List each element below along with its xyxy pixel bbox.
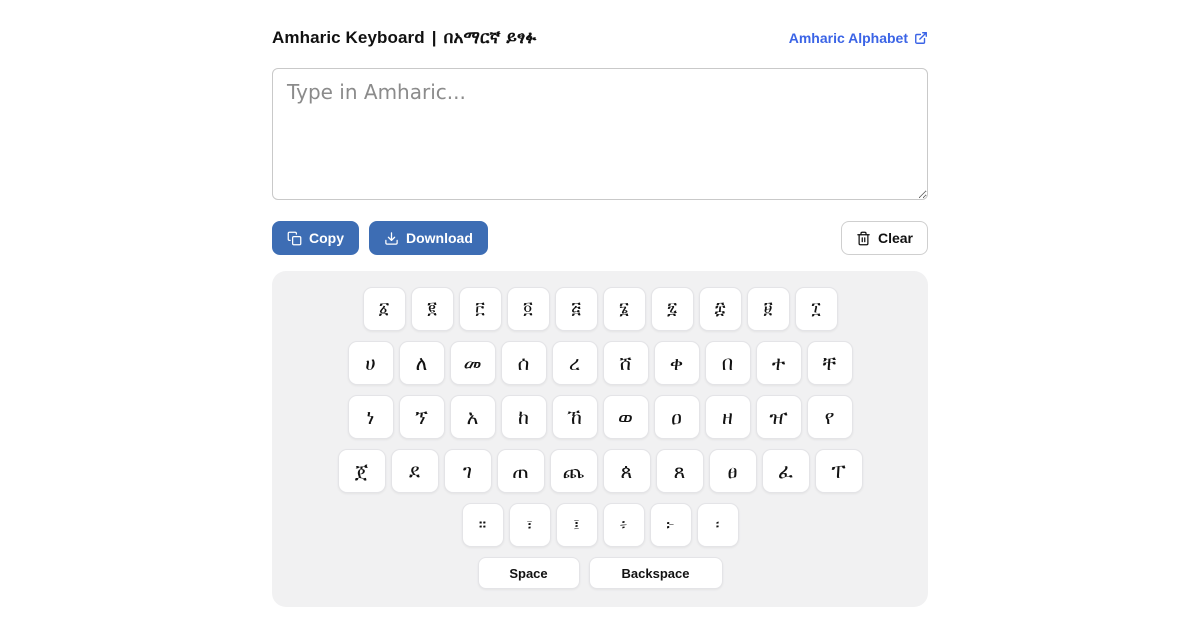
keyboard-key[interactable]: ረ [552,341,598,385]
page-header: Amharic Keyboard | በአማርኛ ይፃፉ Amharic Alp… [272,26,928,50]
keyboard-key[interactable]: ፪ [411,287,454,331]
keyboard-key[interactable]: ፲ [795,287,838,331]
keyboard-key[interactable]: ጨ [550,449,598,493]
keyboard-character-rows: ፩፪፫፬፭፮፯፰፱፲ ሀለመሰረሸቀበተቸ ነኘአከኸወዐዘዠየ ጀደገጠጨጰጸፀፈፐ… [338,287,863,557]
virtual-keyboard: ፩፪፫፬፭፮፯፰፱፲ ሀለመሰረሸቀበተቸ ነኘአከኸወዐዘዠየ ጀደገጠጨጰጸፀፈፐ… [272,271,928,607]
trash-icon [856,231,871,246]
keyboard-key[interactable]: ጸ [656,449,704,493]
keyboard-key[interactable]: በ [705,341,751,385]
keyboard-key[interactable]: ፱ [747,287,790,331]
keyboard-key[interactable]: ፐ [815,449,863,493]
keyboard-bottom-row: Space Backspace [478,557,723,589]
space-key[interactable]: Space [478,557,580,589]
keyboard-key[interactable]: ፤ [556,503,598,547]
keyboard-key[interactable]: ፮ [603,287,646,331]
keyboard-key[interactable]: ፡ [697,503,739,547]
keyboard-key[interactable]: ፩ [363,287,406,331]
copy-button[interactable]: Copy [272,221,359,255]
keyboard-key[interactable]: ፯ [651,287,694,331]
keyboard-key[interactable]: የ [807,395,853,439]
keyboard-key[interactable]: ገ [444,449,492,493]
keyboard-key[interactable]: ዐ [654,395,700,439]
keyboard-key[interactable]: ፬ [507,287,550,331]
download-icon [384,231,399,246]
keyboard-key[interactable]: ጀ [338,449,386,493]
keyboard-key[interactable]: ዘ [705,395,751,439]
keyboard-key[interactable]: ፈ [762,449,810,493]
amharic-alphabet-link[interactable]: Amharic Alphabet [789,30,928,46]
copy-icon [287,231,302,246]
backspace-key[interactable]: Backspace [589,557,723,589]
keyboard-key[interactable]: አ [450,395,496,439]
external-link-icon [914,31,928,45]
keyboard-key[interactable]: ለ [399,341,445,385]
keyboard-key[interactable]: ጠ [497,449,545,493]
keyboard-key[interactable]: ዠ [756,395,802,439]
main-content: Amharic Keyboard | በአማርኛ ይፃፉ Amharic Alp… [272,0,928,607]
keyboard-key[interactable]: ሰ [501,341,547,385]
page-title-english: Amharic Keyboard [272,28,425,48]
keyboard-key[interactable]: ቸ [807,341,853,385]
copy-button-label: Copy [309,230,344,246]
title-separator: | [432,28,437,48]
keyboard-key[interactable]: ፥ [603,503,645,547]
keyboard-row: ።፣፤፥፦፡ [338,503,863,547]
keyboard-key[interactable]: ጰ [603,449,651,493]
keyboard-key[interactable]: መ [450,341,496,385]
keyboard-key[interactable]: ፦ [650,503,692,547]
keyboard-key[interactable]: ቀ [654,341,700,385]
keyboard-key[interactable]: ኘ [399,395,445,439]
keyboard-key[interactable]: ፣ [509,503,551,547]
toolbar: Copy Download Clear [272,221,928,255]
keyboard-key[interactable]: ፀ [709,449,757,493]
amharic-text-input[interactable] [272,68,928,200]
keyboard-key[interactable]: ነ [348,395,394,439]
keyboard-row: ነኘአከኸወዐዘዠየ [338,395,863,439]
keyboard-key[interactable]: ደ [391,449,439,493]
keyboard-key[interactable]: ፭ [555,287,598,331]
keyboard-key[interactable]: ኸ [552,395,598,439]
amharic-alphabet-link-label: Amharic Alphabet [789,30,908,46]
page-title: Amharic Keyboard | በአማርኛ ይፃፉ [272,28,536,48]
keyboard-key[interactable]: ፰ [699,287,742,331]
keyboard-key[interactable]: ። [462,503,504,547]
download-button-label: Download [406,230,473,246]
page-title-amharic: በአማርኛ ይፃፉ [444,28,537,48]
keyboard-key[interactable]: ሸ [603,341,649,385]
keyboard-row: ፩፪፫፬፭፮፯፰፱፲ [338,287,863,331]
clear-button-label: Clear [878,230,913,246]
keyboard-row: ሀለመሰረሸቀበተቸ [338,341,863,385]
keyboard-key[interactable]: ከ [501,395,547,439]
keyboard-key[interactable]: ፫ [459,287,502,331]
keyboard-key[interactable]: ተ [756,341,802,385]
clear-button[interactable]: Clear [841,221,928,255]
download-button[interactable]: Download [369,221,488,255]
keyboard-key[interactable]: ወ [603,395,649,439]
keyboard-row: ጀደገጠጨጰጸፀፈፐ [338,449,863,493]
keyboard-key[interactable]: ሀ [348,341,394,385]
